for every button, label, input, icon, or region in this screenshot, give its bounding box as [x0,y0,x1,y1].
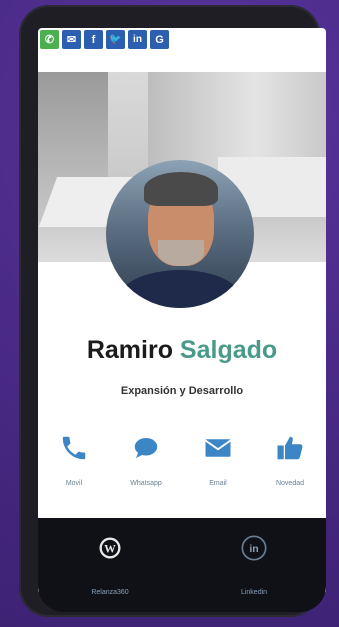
google-icon[interactable]: G [150,30,169,49]
share-bar: ✆ ✉ f 🐦 in G [40,30,169,49]
linkedin-icon[interactable]: in [128,30,147,49]
profile-card: ✆ ✉ f 🐦 in G [38,28,326,594]
envelope-icon [202,430,234,466]
link-label: Linkedin [240,589,268,596]
link-linkedin[interactable]: in Linkedin [199,518,309,612]
svg-text:in: in [249,543,258,555]
avatar-hair [144,172,218,206]
thumbs-up-icon [275,430,305,466]
svg-text:W: W [104,543,116,556]
last-name: Salgado [179,336,278,364]
bottom-links: W Relanza360 in Linkedin [38,518,326,612]
contact-label: Novedad [275,480,305,487]
contact-label: Movil [65,480,83,487]
email-icon[interactable]: ✉ [62,30,81,49]
whatsapp-icon[interactable]: ✆ [40,30,59,49]
avatar-beard [158,240,204,266]
contact-label: Email [209,480,227,487]
link-label: Relanza360 [91,589,129,596]
avatar [106,160,254,308]
contact-email[interactable]: Email [188,430,248,487]
chat-icon [131,430,161,466]
link-relanza360[interactable]: W Relanza360 [55,518,165,612]
facebook-icon[interactable]: f [84,30,103,49]
contact-whatsapp[interactable]: Whatsapp [116,430,176,487]
twitter-icon[interactable]: 🐦 [106,30,125,49]
contact-label: Whatsapp [130,480,162,487]
linkedin-circle-icon: in [240,534,268,567]
contact-movil[interactable]: Movil [44,430,104,487]
first-name: Ramiro [86,336,173,364]
contact-novedad[interactable]: Novedad [260,430,320,487]
wordpress-icon: W [96,534,124,567]
profile-subtitle: Expansión y Desarrollo [120,385,244,397]
profile-name: Ramiro Salgado [38,336,326,365]
contact-actions: Movil Whatsapp Email Novedad [38,430,326,487]
phone-icon [59,430,89,466]
